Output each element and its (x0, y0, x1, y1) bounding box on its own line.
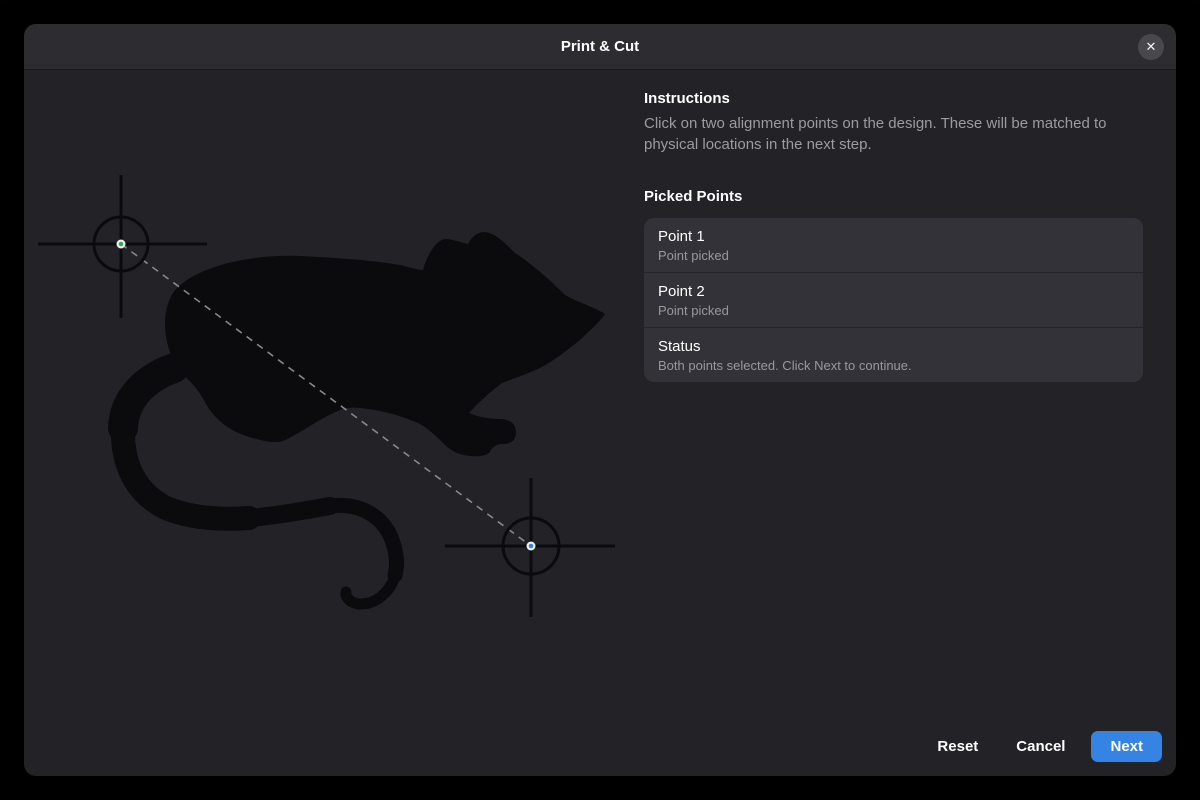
dialog-title: Print & Cut (24, 24, 1176, 70)
point-1-status: Point picked (658, 248, 1129, 264)
design-preview-canvas (24, 70, 644, 776)
mouse-silhouette (165, 232, 605, 456)
instructions-heading: Instructions (644, 89, 1146, 109)
next-button[interactable]: Next (1091, 731, 1162, 762)
list-item-point-1[interactable]: Point 1 Point picked (644, 218, 1143, 272)
status-title: Status (658, 337, 1129, 356)
reset-button[interactable]: Reset (925, 731, 990, 762)
point-1-title: Point 1 (658, 227, 1129, 246)
picked-points-list: Point 1 Point picked Point 2 Point picke… (644, 218, 1143, 382)
desktop-background: Print & Cut ✕ (0, 0, 1200, 800)
action-bar: Reset Cancel Next (925, 731, 1162, 762)
side-panel: Instructions Click on two alignment poin… (644, 70, 1146, 382)
list-item-point-2[interactable]: Point 2 Point picked (644, 272, 1143, 327)
status-message: Both points selected. Click Next to cont… (658, 358, 1129, 374)
dialog-titlebar[interactable]: Print & Cut ✕ (24, 24, 1176, 70)
point-2-title: Point 2 (658, 282, 1129, 301)
picked-points-heading: Picked Points (644, 187, 1146, 207)
picked-point-1-marker[interactable] (118, 241, 125, 248)
cancel-button[interactable]: Cancel (1004, 731, 1077, 762)
close-button[interactable]: ✕ (1138, 34, 1164, 60)
print-cut-dialog: Print & Cut ✕ (24, 24, 1176, 776)
point-2-status: Point picked (658, 303, 1129, 319)
list-item-status: Status Both points selected. Click Next … (644, 327, 1143, 382)
instructions-text: Click on two alignment points on the des… (644, 113, 1146, 155)
close-icon: ✕ (1146, 39, 1157, 54)
design-preview-area[interactable] (24, 70, 644, 776)
picked-point-2-marker[interactable] (528, 543, 535, 550)
